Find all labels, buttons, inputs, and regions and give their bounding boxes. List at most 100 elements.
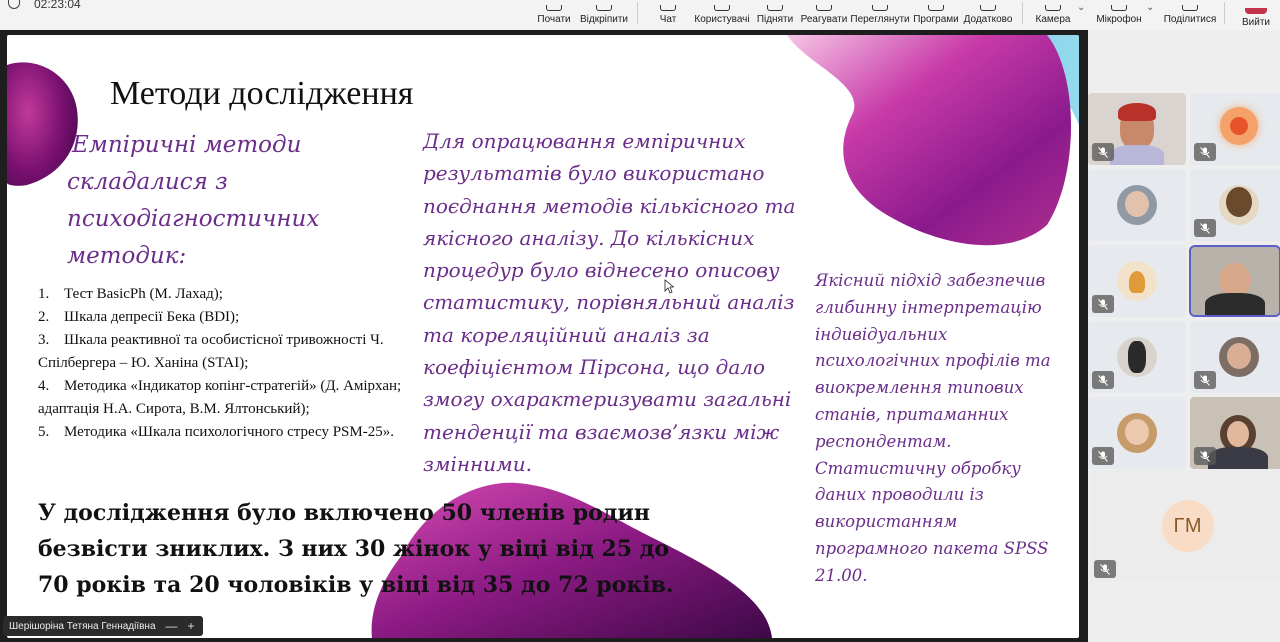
- unpin-icon: [596, 5, 612, 11]
- participant-tile-speaking[interactable]: [1189, 245, 1280, 317]
- mic-off-icon: [1194, 219, 1216, 237]
- list-number: 2.: [38, 309, 50, 325]
- mic-off-icon: [1092, 143, 1114, 161]
- list-item: 2. Шкала депресії Бека (BDI);: [38, 306, 418, 329]
- meeting-toolbar: 02:23:04 Почати Відкріпити Чат Користува…: [0, 0, 1280, 30]
- chevron-down-icon[interactable]: ⌄: [1077, 2, 1085, 13]
- camera-label: Камера: [1035, 14, 1071, 25]
- list-number: 5.: [38, 424, 50, 440]
- raise-hand-button[interactable]: Підняти: [756, 0, 794, 28]
- view-label: Переглянути: [850, 14, 910, 25]
- shield-icon: [8, 0, 20, 9]
- people-icon: [714, 5, 730, 11]
- heading-line: психодіагностичних: [67, 206, 320, 232]
- mic-off-icon: [1194, 447, 1216, 465]
- start-button[interactable]: Почати: [536, 0, 572, 28]
- mic-off-icon: [1092, 371, 1114, 389]
- list-item: 5. Методика «Шкала психологічного стресу …: [38, 421, 418, 444]
- more-label: Додатково: [963, 14, 1013, 25]
- participant-tile-initials[interactable]: ГМ: [1090, 470, 1280, 582]
- apps-button[interactable]: Програми: [913, 0, 959, 28]
- participant-tile[interactable]: [1190, 397, 1280, 469]
- participant-tile[interactable]: [1190, 321, 1280, 393]
- chat-button[interactable]: Чат: [656, 0, 680, 28]
- list-text: адаптація Н.А. Сирота, В.М. Ялтонський);: [38, 401, 310, 417]
- heading-line: методик:: [67, 243, 187, 269]
- react-label: Реагувати: [800, 14, 848, 25]
- chat-icon: [660, 5, 676, 11]
- qualitative-description: Якісний підхід забезпечив глибинну інтер…: [815, 271, 1051, 585]
- participant-tile[interactable]: [1088, 93, 1186, 165]
- initials-avatar: ГМ: [1162, 500, 1214, 552]
- mic-off-icon: [1092, 295, 1114, 313]
- avatar-body: [1110, 145, 1164, 165]
- avatar-hair: [1226, 187, 1252, 217]
- avatar-face: [1125, 419, 1149, 445]
- list-item-continuation: адаптація Н.А. Сирота, В.М. Ялтонський);: [38, 398, 418, 421]
- avatar-hair: [1118, 103, 1156, 121]
- list-number: 1.: [38, 286, 50, 302]
- more-button[interactable]: Додатково: [963, 0, 1013, 28]
- apps-icon: [928, 5, 944, 11]
- camera-button[interactable]: Камера: [1034, 0, 1072, 28]
- list-number: 3.: [38, 332, 50, 348]
- avatar-face: [1227, 343, 1251, 369]
- presentation-slide: Методи дослідження Емпіричні методи скла…: [7, 35, 1079, 638]
- heading-line: складалися з: [67, 169, 228, 195]
- participant-tile[interactable]: [1088, 321, 1186, 393]
- unpin-label: Відкріпити: [579, 14, 629, 25]
- unpin-button[interactable]: Відкріпити: [580, 0, 628, 28]
- mouse-cursor-icon: [664, 279, 674, 294]
- phone-hangup-icon: [1245, 8, 1267, 14]
- avatar-face: [1125, 191, 1149, 217]
- list-text: Шкала депресії Бека (BDI);: [64, 309, 240, 325]
- chat-label: Чат: [659, 14, 677, 25]
- microphone-icon: [1111, 5, 1127, 11]
- presenter-name-tag: Шерішоріна Тетяна Геннадіївна — +: [3, 616, 203, 636]
- apps-label: Програми: [913, 14, 959, 25]
- view-button[interactable]: Переглянути: [850, 0, 910, 28]
- record-icon: [546, 5, 562, 11]
- list-text: Тест BasicPh (М. Лахад);: [64, 286, 223, 302]
- slide-title: Методи дослідження: [110, 75, 414, 112]
- mic-off-icon: [1094, 560, 1116, 578]
- avatar-body: [1208, 447, 1268, 469]
- status-area: 02:23:04: [8, 0, 81, 12]
- start-label: Почати: [537, 14, 571, 25]
- avatar-figure: [1128, 341, 1146, 373]
- empirical-methods-heading: Емпіричні методи складалися з психодіагн…: [67, 127, 397, 275]
- minimize-icon[interactable]: —: [166, 619, 178, 633]
- toolbar-divider: [637, 2, 638, 24]
- participant-tile[interactable]: [1190, 93, 1280, 165]
- avatar-center: [1230, 117, 1248, 135]
- share-button[interactable]: Поділитися: [1164, 0, 1216, 28]
- analysis-description: Для опрацювання емпіричних результатів б…: [423, 129, 796, 476]
- participant-tile[interactable]: [1190, 169, 1280, 241]
- avatar-face: [1227, 421, 1249, 447]
- participant-tile[interactable]: [1088, 397, 1186, 469]
- avatar-body: [1205, 293, 1265, 315]
- methods-list: 1. Тест BasicPh (М. Лахад); 2. Шкала депре…: [38, 283, 418, 444]
- list-text: Спілбергера – Ю. Ханіна (STAI);: [38, 355, 249, 371]
- avatar-figure: [1129, 271, 1145, 293]
- list-item: 3. Шкала реактивної та особистісної триво…: [38, 329, 418, 352]
- chevron-down-icon[interactable]: ⌄: [1146, 2, 1154, 13]
- participant-tile[interactable]: [1088, 169, 1186, 241]
- list-number: 4.: [38, 378, 50, 394]
- leave-button[interactable]: Вийти: [1234, 0, 1278, 28]
- participant-tile[interactable]: [1088, 245, 1186, 317]
- mic-label: Мікрофон: [1096, 14, 1142, 25]
- leave-label: Вийти: [1241, 17, 1270, 28]
- users-label: Користувачі: [694, 14, 750, 25]
- list-item-continuation: Спілбергера – Ю. Ханіна (STAI);: [38, 352, 418, 375]
- smile-icon: [816, 5, 832, 11]
- users-button[interactable]: Користувачі: [694, 0, 750, 28]
- hand-icon: [767, 5, 783, 11]
- share-icon: [1182, 5, 1198, 11]
- mic-button[interactable]: Мікрофон: [1096, 0, 1142, 28]
- mic-off-icon: [1194, 143, 1216, 161]
- react-button[interactable]: Реагувати: [801, 0, 847, 28]
- camera-icon: [1045, 5, 1061, 11]
- plus-icon[interactable]: +: [188, 619, 195, 633]
- list-item: 4. Методика «Індикатор копінг-стратегій» …: [38, 375, 418, 398]
